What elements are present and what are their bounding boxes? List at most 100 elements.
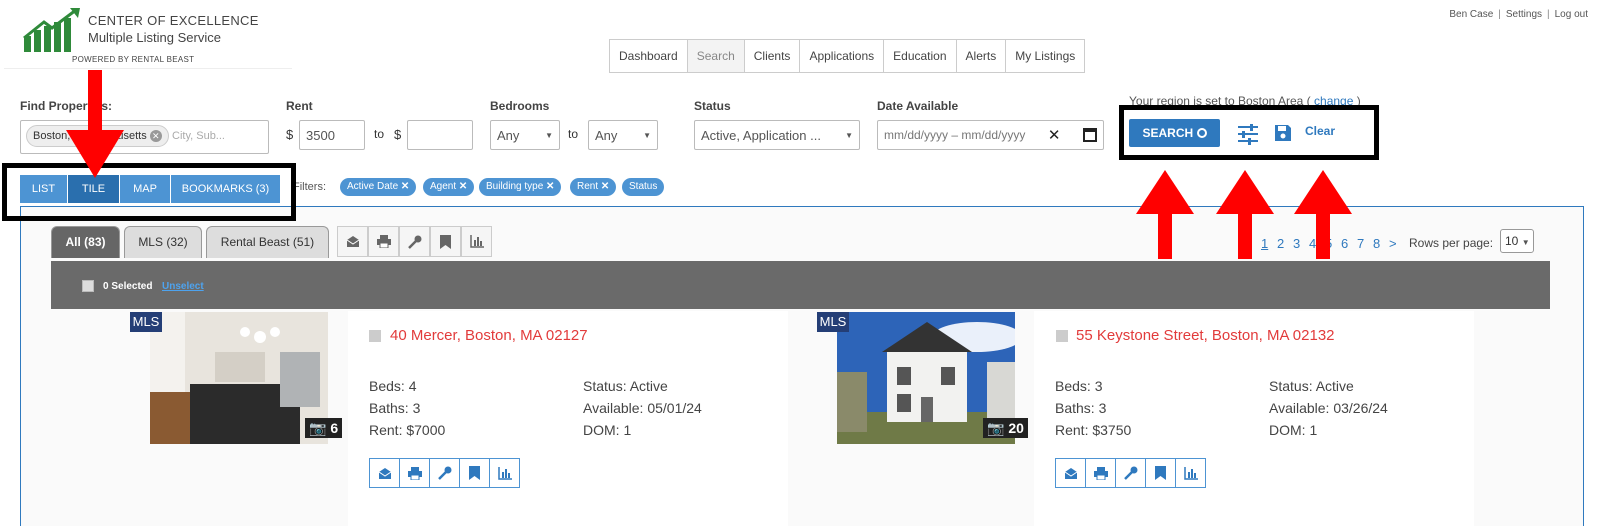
listing-dom: DOM: 1 <box>583 422 632 438</box>
photo-count: 📷 20 <box>983 418 1028 438</box>
bookmark-icon[interactable] <box>430 226 461 257</box>
listing-photo[interactable] <box>150 312 328 444</box>
user-name-link[interactable]: Ben Case <box>1449 9 1493 20</box>
listing-checkbox[interactable] <box>369 330 381 342</box>
arrow-up-icon <box>1294 170 1352 214</box>
photo-count-value: 6 <box>330 420 339 436</box>
page-link-2[interactable]: 2 <box>1277 236 1284 251</box>
email-open-icon[interactable] <box>369 458 400 488</box>
print-icon[interactable] <box>399 458 430 488</box>
listing-actions <box>1055 458 1206 488</box>
chip-close-icon[interactable]: ✕ <box>459 181 467 192</box>
highlight-box-search-actions <box>1119 105 1379 160</box>
logo-divider <box>4 68 292 69</box>
logo-title: CENTER OF EXCELLENCE <box>88 13 259 28</box>
result-tab-rental-beast[interactable]: Rental Beast (51) <box>206 226 329 258</box>
clear-date-icon[interactable]: ✕ <box>1048 126 1061 144</box>
tab-applications[interactable]: Applications <box>799 39 885 73</box>
chevron-down-icon: ▼ <box>643 130 651 140</box>
page-link-1[interactable]: 1 <box>1261 236 1268 251</box>
annotation-arrow-up-search <box>1158 212 1172 259</box>
chip-close-icon[interactable]: ✕ <box>601 181 609 192</box>
filter-chip-label: Rent <box>577 181 599 192</box>
calendar-icon[interactable] <box>1083 128 1097 142</box>
listing-rent: Rent: $7000 <box>369 422 446 438</box>
chevron-down-icon: ▼ <box>845 130 853 140</box>
bookmark-icon[interactable] <box>459 458 490 488</box>
listing-checkbox[interactable] <box>1056 330 1068 342</box>
filter-chip-status[interactable]: Status <box>622 178 665 196</box>
bedrooms-min-select[interactable]: Any ▼ <box>490 120 560 150</box>
mls-badge: MLS <box>817 312 849 332</box>
camera-icon: 📷 <box>987 420 1005 436</box>
chart-icon[interactable] <box>461 226 492 257</box>
select-all-checkbox[interactable] <box>82 280 94 292</box>
logo-powered-by: POWERED BY RENTAL BEAST <box>72 55 195 64</box>
result-tab-mls[interactable]: MLS (32) <box>124 226 202 258</box>
tab-clients[interactable]: Clients <box>743 39 801 73</box>
unselect-link[interactable]: Unselect <box>162 281 204 292</box>
tab-my-listings[interactable]: My Listings <box>1005 39 1086 73</box>
tab-alerts[interactable]: Alerts <box>955 39 1007 73</box>
filter-chip-active-date[interactable]: Active Date ✕ <box>340 178 417 196</box>
logo-subtitle: Multiple Listing Service <box>88 30 221 45</box>
page-link-7[interactable]: 7 <box>1357 236 1364 251</box>
page-link-6[interactable]: 6 <box>1341 236 1348 251</box>
rent-max-input[interactable] <box>407 120 473 150</box>
key-icon[interactable] <box>399 226 430 257</box>
logout-link[interactable]: Log out <box>1555 9 1588 20</box>
status-label: Status <box>694 99 731 113</box>
photo-count-value: 20 <box>1008 420 1024 436</box>
listing-address[interactable]: 40 Mercer, Boston, MA 02127 <box>390 327 588 344</box>
chart-icon[interactable] <box>489 458 520 488</box>
chip-close-icon[interactable]: ✕ <box>546 181 554 192</box>
chart-icon[interactable] <box>1175 458 1206 488</box>
page-link-3[interactable]: 3 <box>1293 236 1300 251</box>
rows-per-page-select[interactable]: 10 ▼ <box>1500 229 1534 253</box>
rent-max-currency: $ <box>394 127 402 142</box>
settings-link[interactable]: Settings <box>1506 9 1542 20</box>
page-link-8[interactable]: 8 <box>1373 236 1380 251</box>
key-icon[interactable] <box>429 458 460 488</box>
listing-address[interactable]: 55 Keystone Street, Boston, MA 02132 <box>1076 327 1335 344</box>
result-tab-all[interactable]: All (83) <box>51 226 120 258</box>
print-icon[interactable] <box>368 226 399 257</box>
tab-search[interactable]: Search <box>686 39 745 73</box>
listing-status: Status: Active <box>583 378 668 394</box>
page-next[interactable]: > <box>1389 236 1397 251</box>
arrow-up-icon <box>1136 170 1194 214</box>
filter-chip-rent[interactable]: Rent ✕ <box>570 178 617 196</box>
listing-baths: Baths: 3 <box>369 400 421 416</box>
email-open-icon[interactable] <box>337 226 368 257</box>
print-icon[interactable] <box>1085 458 1116 488</box>
listing-baths: Baths: 3 <box>1055 400 1107 416</box>
rent-label: Rent <box>286 99 313 113</box>
bookmark-icon[interactable] <box>1145 458 1176 488</box>
listing-actions <box>369 458 520 488</box>
filters-label: Filters: <box>293 181 326 193</box>
listing-available: Available: 03/26/24 <box>1269 400 1388 416</box>
key-icon[interactable] <box>1115 458 1146 488</box>
location-placeholder: City, Sub... <box>172 130 225 142</box>
status-value: Active, Application ... <box>701 127 821 143</box>
bedrooms-max-select[interactable]: Any ▼ <box>588 120 658 150</box>
bedrooms-max-value: Any <box>595 127 618 143</box>
filter-chip-building-type[interactable]: Building type ✕ <box>479 178 562 196</box>
listing-status: Status: Active <box>1269 378 1354 394</box>
chip-remove-icon[interactable]: ✕ <box>149 130 162 142</box>
email-open-icon[interactable] <box>1055 458 1086 488</box>
filter-chip-label: Status <box>629 181 658 192</box>
date-range-input[interactable]: mm/dd/yyyy – mm/dd/yyyy ✕ <box>877 120 1104 150</box>
logo-icon <box>23 8 80 52</box>
filter-chip-agent[interactable]: Agent ✕ <box>423 178 475 196</box>
chip-close-icon[interactable]: ✕ <box>401 181 409 192</box>
listing-available: Available: 05/01/24 <box>583 400 702 416</box>
listing-rent: Rent: $3750 <box>1055 422 1132 438</box>
camera-icon: 📷 <box>309 420 327 436</box>
tab-dashboard[interactable]: Dashboard <box>609 39 688 73</box>
date-range-value: mm/dd/yyyy – mm/dd/yyyy <box>884 128 1026 142</box>
status-select[interactable]: Active, Application ... ▼ <box>694 120 860 150</box>
tab-education[interactable]: Education <box>883 39 957 73</box>
bedrooms-label: Bedrooms <box>490 99 550 113</box>
rent-min-input[interactable]: 3500 <box>299 120 365 150</box>
